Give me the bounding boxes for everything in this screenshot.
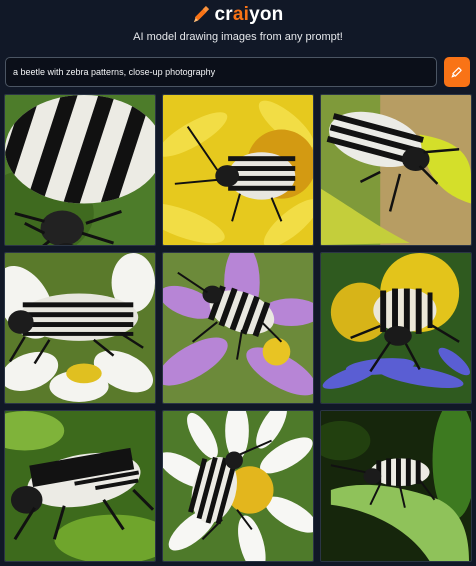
result-image-2[interactable] (162, 94, 314, 246)
results-grid (4, 94, 472, 562)
prompt-input[interactable] (5, 57, 437, 87)
header: craiyon AI model drawing images from any… (0, 0, 476, 50)
beetle-photo (321, 411, 471, 561)
result-image-4[interactable] (4, 252, 156, 404)
result-image-1[interactable] (4, 94, 156, 246)
pencil-icon (194, 6, 210, 23)
logo-text: craiyon (214, 4, 283, 26)
pencil-icon (451, 67, 462, 78)
draw-button[interactable] (444, 57, 470, 87)
beetle-photo (5, 95, 155, 245)
result-image-6[interactable] (320, 252, 472, 404)
beetle-photo (163, 411, 313, 561)
beetle-photo (321, 253, 471, 403)
logo-text-suffix: yon (249, 4, 284, 25)
result-image-9[interactable] (320, 410, 472, 562)
beetle-photo (5, 411, 155, 561)
result-image-7[interactable] (4, 410, 156, 562)
craiyon-logo[interactable]: craiyon (0, 4, 476, 26)
tagline: AI model drawing images from any prompt! (133, 31, 343, 43)
result-image-8[interactable] (162, 410, 314, 562)
beetle-photo (163, 95, 313, 245)
logo-text-accent: ai (232, 4, 250, 25)
beetle-photo (163, 253, 313, 403)
beetle-photo (321, 95, 471, 245)
logo-text-prefix: cr (214, 4, 233, 25)
result-image-3[interactable] (320, 94, 472, 246)
result-image-5[interactable] (162, 252, 314, 404)
beetle-photo (5, 253, 155, 403)
